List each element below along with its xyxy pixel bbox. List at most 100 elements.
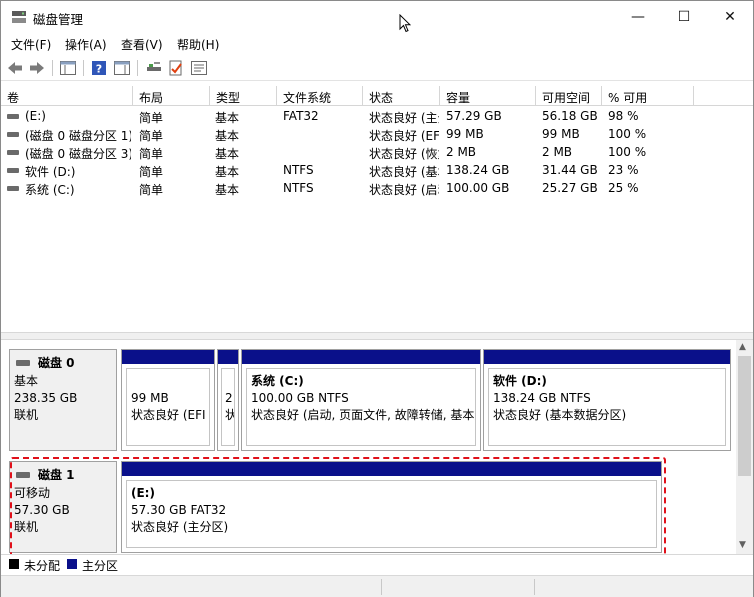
partition-size: 99 MB (131, 391, 169, 405)
partition-efi[interactable]: 99 MB 状态良好 (EFI 系统分区) (121, 349, 215, 451)
scroll-down-icon[interactable]: ▼ (739, 540, 746, 550)
volume-icon (7, 168, 19, 173)
cell-percent-free: 100 % (608, 127, 647, 141)
table-row[interactable]: (E:) 简单 基本 FAT32 状态良好 (主分区) 57.29 GB 56.… (1, 107, 753, 125)
cell-volume: (磁盘 0 磁盘分区 1) (25, 129, 131, 143)
status-separator (534, 579, 535, 595)
settings-icon[interactable] (190, 59, 208, 77)
column-header-volume[interactable]: 卷 (1, 86, 133, 106)
status-separator (381, 579, 382, 595)
disk-1-size: 57.30 GB (14, 503, 70, 517)
properties-icon[interactable] (167, 59, 185, 77)
menu-file[interactable]: 文件(F) (11, 36, 51, 53)
cell-percent-free: 25 % (608, 181, 639, 195)
partition-body: 系统 (C:) 100.00 GB NTFS 状态良好 (启动, 页面文件, 故… (246, 368, 476, 446)
help-icon[interactable]: ? (90, 59, 108, 77)
partition-software-d[interactable]: 软件 (D:) 138.24 GB NTFS 状态良好 (基本数据分区) (483, 349, 731, 451)
column-header-free-space[interactable]: 可用空间 (536, 86, 602, 106)
menu-bar: 文件(F) 操作(A) 查看(V) 帮助(H) (1, 33, 753, 54)
menu-help[interactable]: 帮助(H) (177, 36, 219, 53)
partition-bar (484, 350, 730, 364)
column-header-capacity[interactable]: 容量 (440, 86, 536, 106)
cell-volume: 软件 (D:) (25, 165, 76, 179)
toolbar: ? (1, 55, 753, 81)
scroll-up-icon[interactable]: ▲ (739, 342, 746, 352)
cell-layout: 简单 (139, 183, 164, 197)
legend-unallocated-label: 未分配 (24, 559, 61, 573)
title-bar: 磁盘管理 — ☐ ✕ (1, 1, 753, 33)
connect-icon[interactable] (145, 59, 163, 77)
cell-volume: (磁盘 0 磁盘分区 3) (25, 147, 131, 161)
cell-free-space: 99 MB (542, 127, 580, 141)
cell-capacity: 100.00 GB (446, 181, 510, 195)
volume-icon (7, 150, 19, 155)
disk-1-title: 磁盘 1 (14, 466, 116, 483)
partition-body: 99 MB 状态良好 (EFI 系统分区) (126, 368, 210, 446)
disk-0-size: 238.35 GB (14, 391, 78, 405)
cell-free-space: 2 MB (542, 145, 573, 159)
cell-type: 基本 (215, 165, 240, 179)
disk-1-name: 磁盘 1 (38, 468, 75, 482)
menu-action[interactable]: 操作(A) (65, 36, 107, 53)
scroll-thumb[interactable] (738, 356, 751, 476)
minimize-button[interactable]: — (615, 1, 661, 33)
cell-free-space: 56.18 GB (542, 109, 598, 123)
partition-system-c[interactable]: 系统 (C:) 100.00 GB NTFS 状态良好 (启动, 页面文件, 故… (241, 349, 481, 451)
action-pane-icon[interactable] (113, 59, 131, 77)
cell-capacity: 57.29 GB (446, 109, 502, 123)
toolbar-separator (52, 60, 53, 76)
partition-name (225, 373, 234, 390)
cell-status: 状态良好 (EFI 系统分区) (369, 129, 439, 143)
table-row[interactable]: (磁盘 0 磁盘分区 1) 简单 基本 状态良好 (EFI 系统分区) 99 M… (1, 125, 753, 143)
partition-bar (242, 350, 480, 364)
disk-1-label[interactable]: 磁盘 1 可移动 57.30 GB 联机 (9, 461, 117, 553)
close-button[interactable]: ✕ (707, 1, 753, 33)
partition-name: 系统 (C:) (251, 374, 304, 388)
cell-capacity: 138.24 GB (446, 163, 510, 177)
cell-free-space: 25.27 GB (542, 181, 598, 195)
cell-filesystem: NTFS (283, 181, 314, 195)
disk-icon (16, 471, 30, 478)
table-row[interactable]: (磁盘 0 磁盘分区 3) 简单 基本 状态良好 (恢复分区) 2 MB 2 M… (1, 143, 753, 161)
volume-icon (7, 132, 19, 137)
legend: 未分配 主分区 (1, 554, 753, 574)
maximize-button[interactable]: ☐ (661, 1, 707, 33)
pane-splitter[interactable] (1, 332, 753, 340)
partition-status: 状态良好 (EFI 系统分区) (131, 408, 209, 422)
disk-management-app-icon (12, 11, 26, 23)
column-header-percent-free[interactable]: % 可用 (602, 86, 694, 106)
graph-vertical-scrollbar[interactable]: ▲ ▼ (736, 340, 753, 554)
back-icon[interactable] (6, 59, 24, 77)
cell-status: 状态良好 (启动, 页面文件, 故障转储, 基本数据分区) (369, 183, 439, 197)
partition-bar (122, 350, 214, 364)
table-row[interactable]: 软件 (D:) 简单 基本 NTFS 状态良好 (基本数据分区) 138.24 … (1, 161, 753, 179)
partition-name (131, 373, 209, 390)
disk-0-label[interactable]: 磁盘 0 基本 238.35 GB 联机 (9, 349, 117, 451)
disk-1-status: 联机 (14, 520, 39, 534)
column-header-layout[interactable]: 布局 (133, 86, 210, 106)
window-title: 磁盘管理 (33, 12, 84, 27)
partition-recovery[interactable]: 2 状态良好 (恢复分区) (217, 349, 239, 451)
partition-size: 2 (225, 391, 233, 405)
svg-text:?: ? (96, 63, 102, 76)
column-header-status[interactable]: 状态 (363, 86, 440, 106)
forward-icon[interactable] (28, 59, 46, 77)
cell-type: 基本 (215, 111, 240, 125)
cell-capacity: 99 MB (446, 127, 484, 141)
disk-0-type: 基本 (14, 374, 39, 388)
console-tree-icon[interactable] (59, 59, 77, 77)
cell-layout: 简单 (139, 111, 164, 125)
partition-size: 57.30 GB FAT32 (131, 503, 227, 517)
column-header-type[interactable]: 类型 (210, 86, 277, 106)
cell-type: 基本 (215, 183, 240, 197)
disk-graph-pane: 磁盘 0 基本 238.35 GB 联机 99 MB 状态良好 (EFI 系统分… (1, 340, 753, 554)
partition-removable-e[interactable]: (E:) 57.30 GB FAT32 状态良好 (主分区) (121, 461, 662, 553)
cell-layout: 简单 (139, 165, 164, 179)
menu-view[interactable]: 查看(V) (121, 36, 163, 53)
table-row[interactable]: 系统 (C:) 简单 基本 NTFS 状态良好 (启动, 页面文件, 故障转储,… (1, 179, 753, 197)
column-header-filesystem[interactable]: 文件系统 (277, 86, 363, 106)
disk-0-status: 联机 (14, 408, 39, 422)
partition-size: 100.00 GB NTFS (251, 391, 349, 405)
disk-0-name: 磁盘 0 (38, 356, 75, 370)
volume-icon (7, 186, 19, 191)
